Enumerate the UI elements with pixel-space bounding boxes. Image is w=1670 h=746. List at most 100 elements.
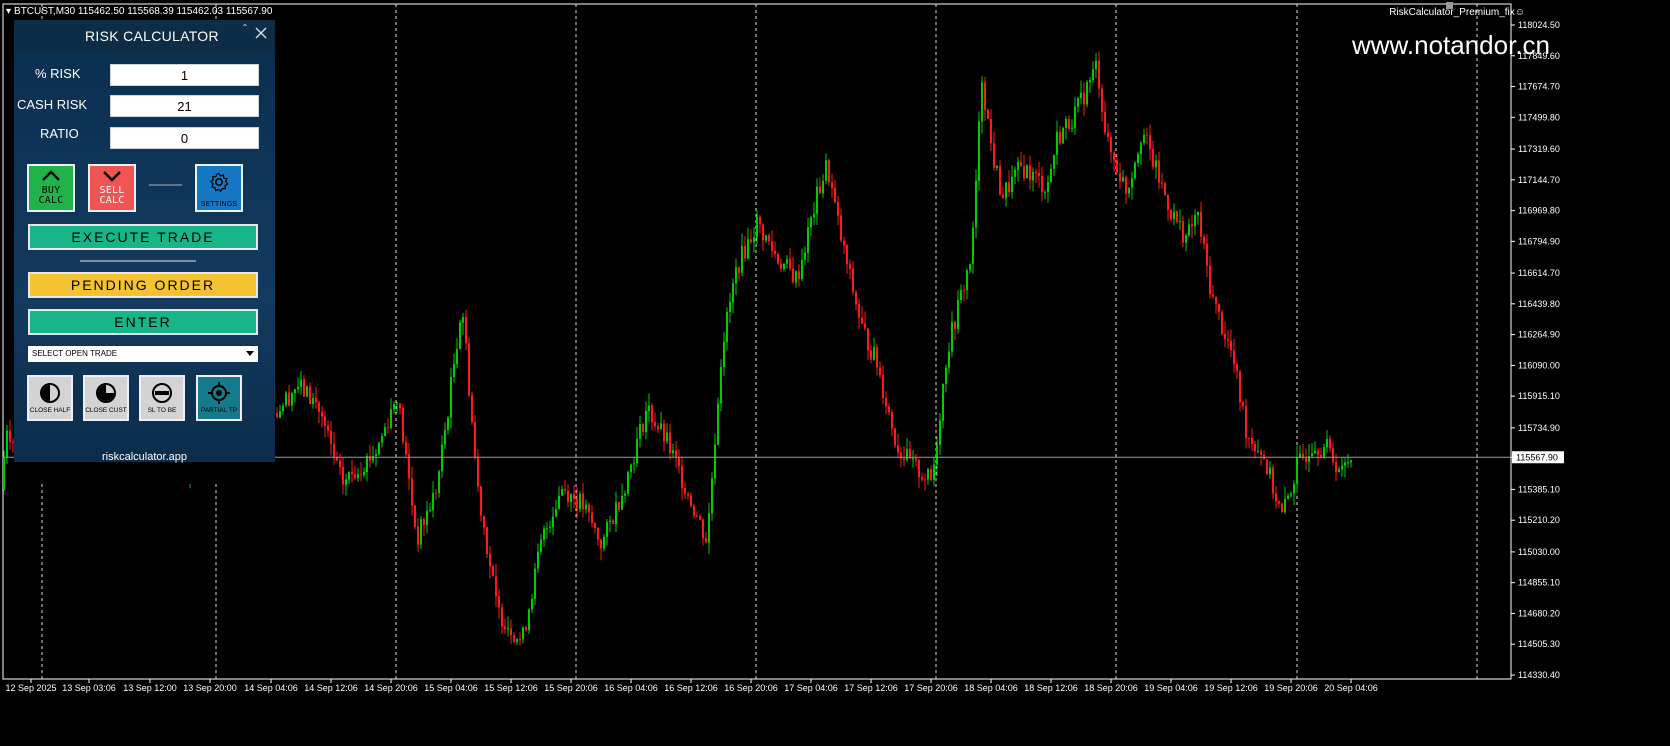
sl-to-be-button[interactable]: SL TO BE [139, 375, 185, 421]
chart-shift-marker[interactable] [1446, 2, 1453, 9]
candle-body [585, 504, 587, 509]
candle-body [813, 213, 815, 218]
partial-tp-button[interactable]: PARTIAL TP [196, 375, 242, 421]
risk-percent-input[interactable]: 1 [110, 64, 259, 86]
open-trade-select[interactable]: SELECT OPEN TRADE [28, 346, 258, 362]
candle-body [1092, 69, 1094, 81]
candle-body [1110, 136, 1112, 153]
candle-body [396, 403, 398, 405]
candle-body [1008, 182, 1010, 193]
candle-body [1050, 168, 1052, 182]
candle-body [405, 442, 407, 455]
chevron-up-icon [42, 170, 60, 181]
candle-body [1011, 176, 1013, 193]
candle-body [846, 245, 848, 265]
candle-body [942, 383, 944, 421]
enter-button[interactable]: ENTER [28, 309, 258, 335]
candle-body [756, 216, 758, 238]
candle-body [501, 607, 503, 627]
sl-to-be-label: SL TO BE [147, 407, 177, 414]
candle-body [708, 513, 710, 543]
triangle-down-icon: ▾ [6, 6, 12, 17]
candle-body [447, 417, 449, 430]
sell-calc-button[interactable]: SELL CALC [88, 164, 136, 212]
candle-body [681, 466, 683, 489]
candle-body [597, 527, 599, 540]
candle-body [783, 263, 785, 270]
candle-body [489, 554, 491, 567]
close-half-button[interactable]: CLOSE HALF [27, 375, 73, 421]
candle-body [744, 245, 746, 259]
candle-body [897, 445, 899, 453]
candle-body [1020, 162, 1022, 167]
ratio-input[interactable]: 0 [110, 127, 259, 149]
candle-body [453, 364, 455, 377]
price-axis-label: 116969.80 [1518, 206, 1560, 216]
candle-body [735, 267, 737, 284]
candle-body [741, 245, 743, 273]
candle-body [1248, 437, 1250, 439]
candle-body [630, 464, 632, 473]
candle-body [1227, 339, 1229, 341]
candle-body [1305, 457, 1307, 462]
candle-body [1251, 437, 1253, 444]
candle-body [1056, 131, 1058, 155]
candle-body [852, 268, 854, 293]
partial-tp-label: PARTIAL TP [200, 407, 238, 414]
time-axis-label: 18 Sep 04:06 [964, 683, 1018, 693]
candle-body [480, 486, 482, 516]
candle-body [639, 424, 641, 439]
close-cust-label: CLOSE CUST [85, 407, 127, 414]
price-axis-label: 116614.70 [1518, 268, 1560, 278]
buy-calc-button[interactable]: BUY CALC [27, 164, 75, 212]
candle-body [1218, 303, 1220, 313]
candle-body [1071, 127, 1073, 129]
candle-body [780, 263, 782, 270]
cash-risk-input[interactable]: 21 [110, 95, 259, 117]
minimize-icon[interactable]: ˆ [243, 22, 247, 36]
candle-body [1230, 340, 1232, 351]
caret-down-icon [246, 351, 254, 356]
price-axis-label: 117144.70 [1518, 175, 1560, 185]
close-half-label: CLOSE HALF [29, 407, 71, 414]
candle-body [882, 375, 884, 399]
candle-body [654, 422, 656, 427]
candle-body [1113, 152, 1115, 161]
chevron-down-icon [103, 171, 121, 182]
candle-body [465, 317, 467, 344]
candle-body [1116, 160, 1118, 173]
riskcalculator-site-link[interactable]: riskcalculator.app [14, 451, 275, 463]
candle-body [420, 519, 422, 545]
candle-body [1200, 211, 1202, 237]
close-cust-button[interactable]: CLOSE CUST [83, 375, 129, 421]
settings-button[interactable]: SETTINGS [195, 164, 243, 212]
pending-order-button[interactable]: PENDING ORDER [28, 272, 258, 298]
candle-body [1143, 134, 1145, 143]
close-icon[interactable] [254, 26, 268, 40]
candle-body [1134, 162, 1136, 179]
candle-body [915, 458, 917, 461]
time-axis-label: 15 Sep 04:06 [424, 683, 478, 693]
time-axis-label: 12 Sep 2025 [5, 683, 56, 693]
candle-body [888, 406, 890, 413]
time-axis-label: 17 Sep 04:06 [784, 683, 838, 693]
candle-body [1149, 135, 1151, 149]
candle-body [795, 271, 797, 283]
execute-trade-button[interactable]: EXECUTE TRADE [28, 224, 258, 250]
candle-body [747, 239, 749, 259]
candle-body [669, 432, 671, 454]
candle-body [546, 527, 548, 529]
candle-body [285, 392, 287, 406]
price-axis-label: 115734.90 [1518, 423, 1560, 433]
candle-body [1083, 92, 1085, 105]
panel-header[interactable]: RISK CALCULATOR ˆ [14, 20, 275, 54]
candle-body [573, 493, 575, 499]
candle-body [1293, 483, 1295, 494]
candle-body [1344, 462, 1346, 466]
candle-body [954, 322, 956, 329]
candle-body [1119, 172, 1121, 182]
candle-body [1350, 460, 1352, 463]
candle-body [1341, 465, 1343, 470]
candle-body [438, 471, 440, 493]
candle-body [870, 350, 872, 360]
